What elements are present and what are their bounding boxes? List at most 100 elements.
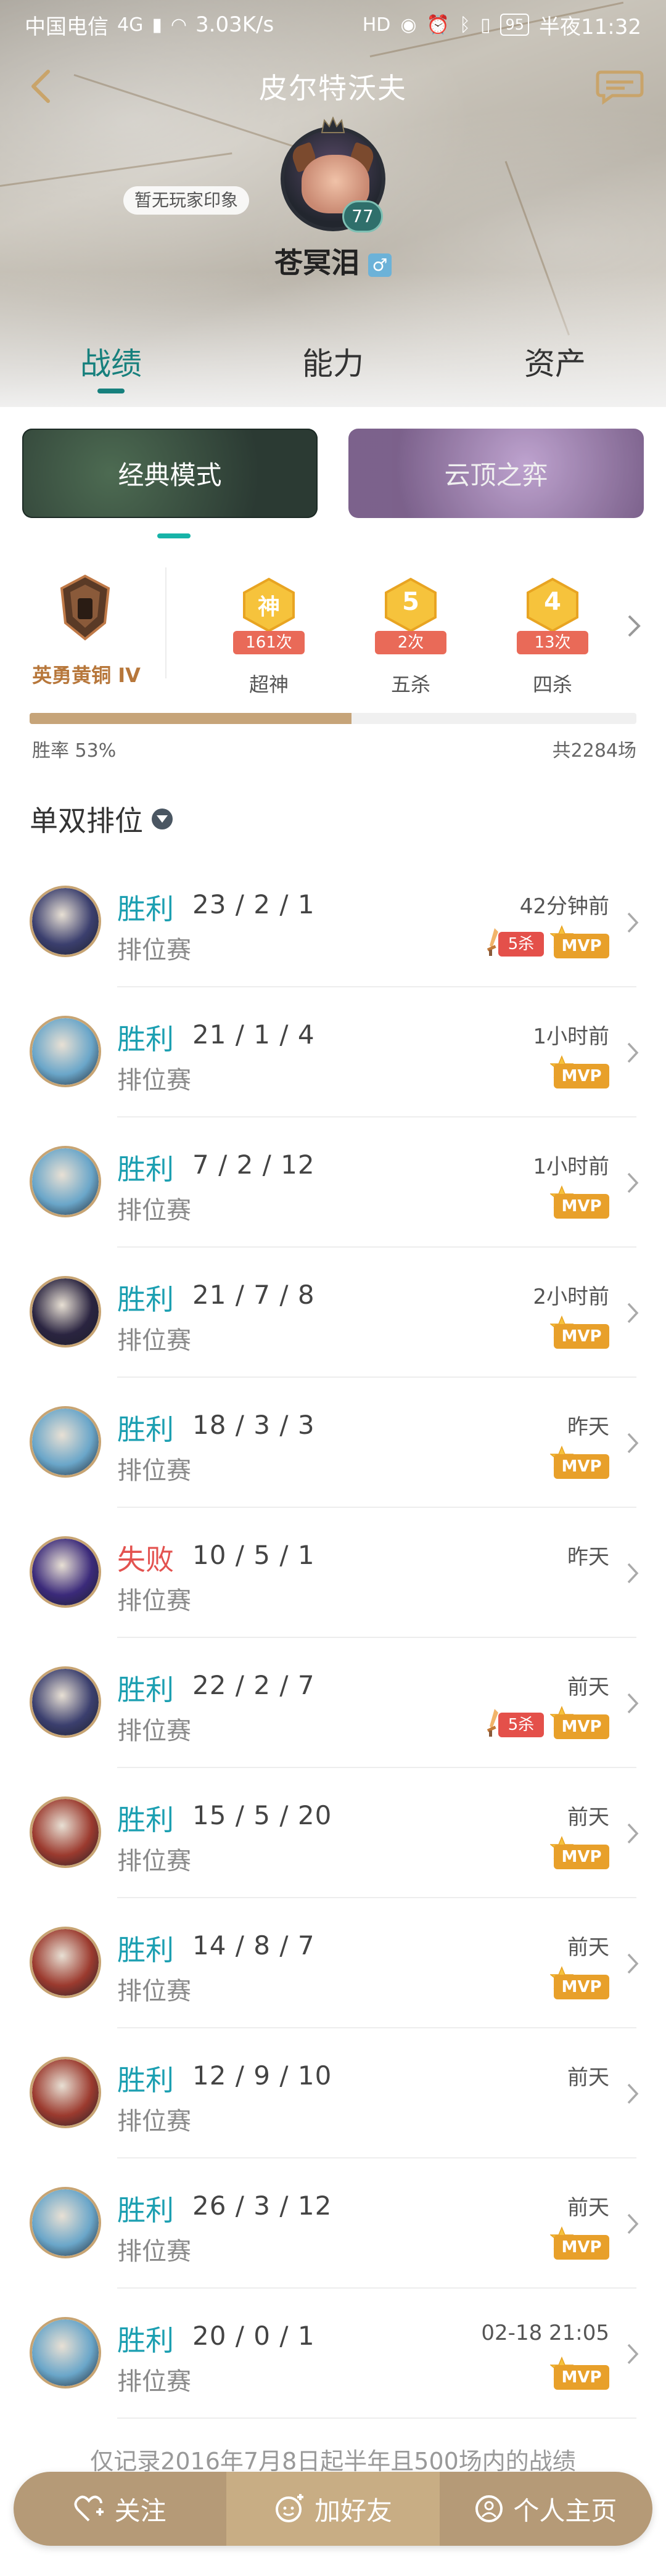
achievement-legendary: 神 161次 超神 (226, 577, 312, 696)
match-row[interactable]: 胜利 15 / 5 / 20 排位赛 前天 MVP (0, 1768, 666, 1898)
champion-avatar (30, 1406, 101, 1478)
achievement-label: 超神 (249, 673, 289, 696)
achievement-glyph: 神 (257, 595, 280, 620)
queue-selector[interactable]: 单双排位 (30, 799, 173, 839)
match-list: 胜利 23 / 2 / 1 排位赛 42分钟前 5杀 MVP 胜利 21 / 1… (0, 857, 666, 2419)
game-mode-selector: 经典模式 云顶之弈 (22, 429, 644, 518)
network-speed: 3.03K/s (195, 12, 274, 37)
tab-ability[interactable]: 能力 (222, 327, 444, 401)
back-arrow-icon (31, 70, 50, 103)
level-badge: 77 (342, 200, 383, 232)
match-row[interactable]: 胜利 20 / 0 / 1 排位赛 02-18 21:05 MVP (0, 2289, 666, 2419)
match-row[interactable]: 胜利 7 / 2 / 12 排位赛 1小时前 MVP (0, 1117, 666, 1248)
match-mode: 排位赛 (117, 936, 191, 965)
legendary-hex-icon: 神 (239, 577, 298, 633)
chevron-right-icon (627, 1302, 639, 1323)
tft-mode-label: 云顶之弈 (444, 460, 548, 490)
match-row[interactable]: 胜利 26 / 3 / 12 排位赛 前天 MVP (0, 2158, 666, 2289)
match-result: 胜利 (117, 2324, 174, 2357)
player-name-row: 苍冥泪 ♂ (0, 241, 666, 281)
match-kda: 18 / 3 / 3 (192, 1410, 315, 1440)
match-result: 胜利 (117, 1413, 174, 1446)
chevron-right-icon (628, 615, 641, 637)
profile-home-button[interactable]: 个人主页 (439, 2472, 652, 2546)
tab-assets[interactable]: 资产 (444, 327, 666, 401)
achievement-glyph: 4 (544, 588, 561, 616)
carrier-label: 中国电信 (25, 14, 109, 39)
bronze-rank-emblem-icon (60, 574, 110, 641)
rank-name: 英勇黄铜 IV (32, 664, 141, 687)
champion-avatar (30, 1666, 101, 1738)
champion-avatar (30, 1536, 101, 1608)
total-games: 共2284场 (552, 740, 636, 762)
match-time: 前天 (567, 1675, 609, 1700)
chevron-right-icon (627, 1433, 639, 1454)
add-friend-label: 加好友 (314, 2495, 392, 2526)
eye-icon: ◉ (400, 14, 417, 36)
match-kda: 20 / 0 / 1 (192, 2321, 315, 2351)
follow-label: 关注 (114, 2495, 166, 2526)
tab-label: 能力 (302, 346, 364, 382)
match-row[interactable]: 胜利 14 / 8 / 7 排位赛 前天 MVP (0, 1898, 666, 2028)
records-footnote: 仅记录2016年7月8日起半年且500场内的战绩 (90, 2448, 576, 2475)
tab-records[interactable]: 战绩 (0, 327, 222, 401)
mvp-badge: MVP (550, 1446, 609, 1480)
battery-indicator: 95 (500, 14, 530, 36)
message-button[interactable] (592, 65, 648, 109)
champion-avatar (30, 1016, 101, 1087)
follow-button[interactable]: 关注 (14, 2472, 227, 2546)
match-kda: 10 / 5 / 1 (192, 1540, 315, 1570)
add-friend-button[interactable]: 加好友 (226, 2472, 440, 2546)
match-mode: 排位赛 (117, 1977, 191, 2006)
mvp-label: MVP (554, 1064, 609, 1088)
mvp-label: MVP (554, 1975, 609, 1999)
match-result: 胜利 (117, 2064, 174, 2097)
match-row[interactable]: 失败 10 / 5 / 1 排位赛 昨天 (0, 1508, 666, 1638)
stats-summary[interactable]: 英勇黄铜 IV 神 161次 超神 5 2次 五杀 4 13次 四杀 (0, 567, 666, 696)
chevron-right-icon (627, 1042, 639, 1063)
match-row[interactable]: 胜利 23 / 2 / 1 排位赛 42分钟前 5杀 MVP (0, 857, 666, 987)
hd-icon: HD (362, 14, 391, 36)
match-time: 前天 (567, 2195, 609, 2220)
match-row[interactable]: 胜利 22 / 2 / 7 排位赛 前天 5杀 MVP (0, 1638, 666, 1768)
mvp-badge: MVP (550, 2226, 609, 2261)
mvp-label: MVP (554, 934, 609, 958)
player-avatar[interactable]: 77 (281, 117, 385, 232)
player-impression-tag[interactable]: 暂无玩家印象 (123, 186, 250, 215)
match-row[interactable]: 胜利 12 / 9 / 10 排位赛 前天 (0, 2028, 666, 2158)
match-row[interactable]: 胜利 21 / 1 / 4 排位赛 1小时前 MVP (0, 987, 666, 1117)
achievement-label: 四杀 (532, 673, 572, 696)
crown-icon (321, 117, 345, 133)
queue-title: 单双排位 (30, 804, 143, 837)
mvp-label: MVP (554, 2365, 609, 2390)
match-time: 2小时前 (533, 1285, 609, 1309)
mvp-badge: MVP (550, 1966, 609, 2001)
champion-avatar (30, 2317, 101, 2389)
classic-mode-card[interactable]: 经典模式 (22, 429, 318, 518)
champion-avatar (30, 2187, 101, 2258)
penta-hex-icon: 5 (381, 577, 440, 633)
match-time: 昨天 (567, 1415, 609, 1439)
profile-home-label: 个人主页 (513, 2495, 617, 2526)
match-time: 昨天 (567, 1545, 609, 1570)
match-badges: MVP (550, 1055, 609, 1090)
player-name: 苍冥泪 (274, 246, 360, 279)
match-kda: 23 / 2 / 1 (192, 889, 315, 920)
match-time: 1小时前 (533, 1024, 609, 1049)
match-badges: 5杀 MVP (485, 925, 609, 960)
match-row[interactable]: 胜利 18 / 3 / 3 排位赛 昨天 MVP (0, 1378, 666, 1508)
match-mode: 排位赛 (117, 1327, 191, 1355)
achievement-label: 五杀 (390, 673, 430, 696)
match-mode: 排位赛 (117, 1587, 191, 1615)
penta-kill-label: 5杀 (498, 1713, 544, 1737)
tft-mode-card[interactable]: 云顶之弈 (348, 429, 644, 518)
champion-avatar (30, 2057, 101, 2128)
chevron-right-icon (627, 1563, 639, 1584)
match-row[interactable]: 胜利 21 / 7 / 8 排位赛 2小时前 MVP (0, 1248, 666, 1378)
match-result: 胜利 (117, 1933, 174, 1967)
achievement-count: 161次 (233, 631, 305, 654)
back-button[interactable] (18, 64, 63, 109)
match-badges: MVP (550, 1185, 609, 1220)
match-badges: MVP (550, 2226, 609, 2261)
match-badges: 5杀 MVP (485, 1706, 609, 1740)
